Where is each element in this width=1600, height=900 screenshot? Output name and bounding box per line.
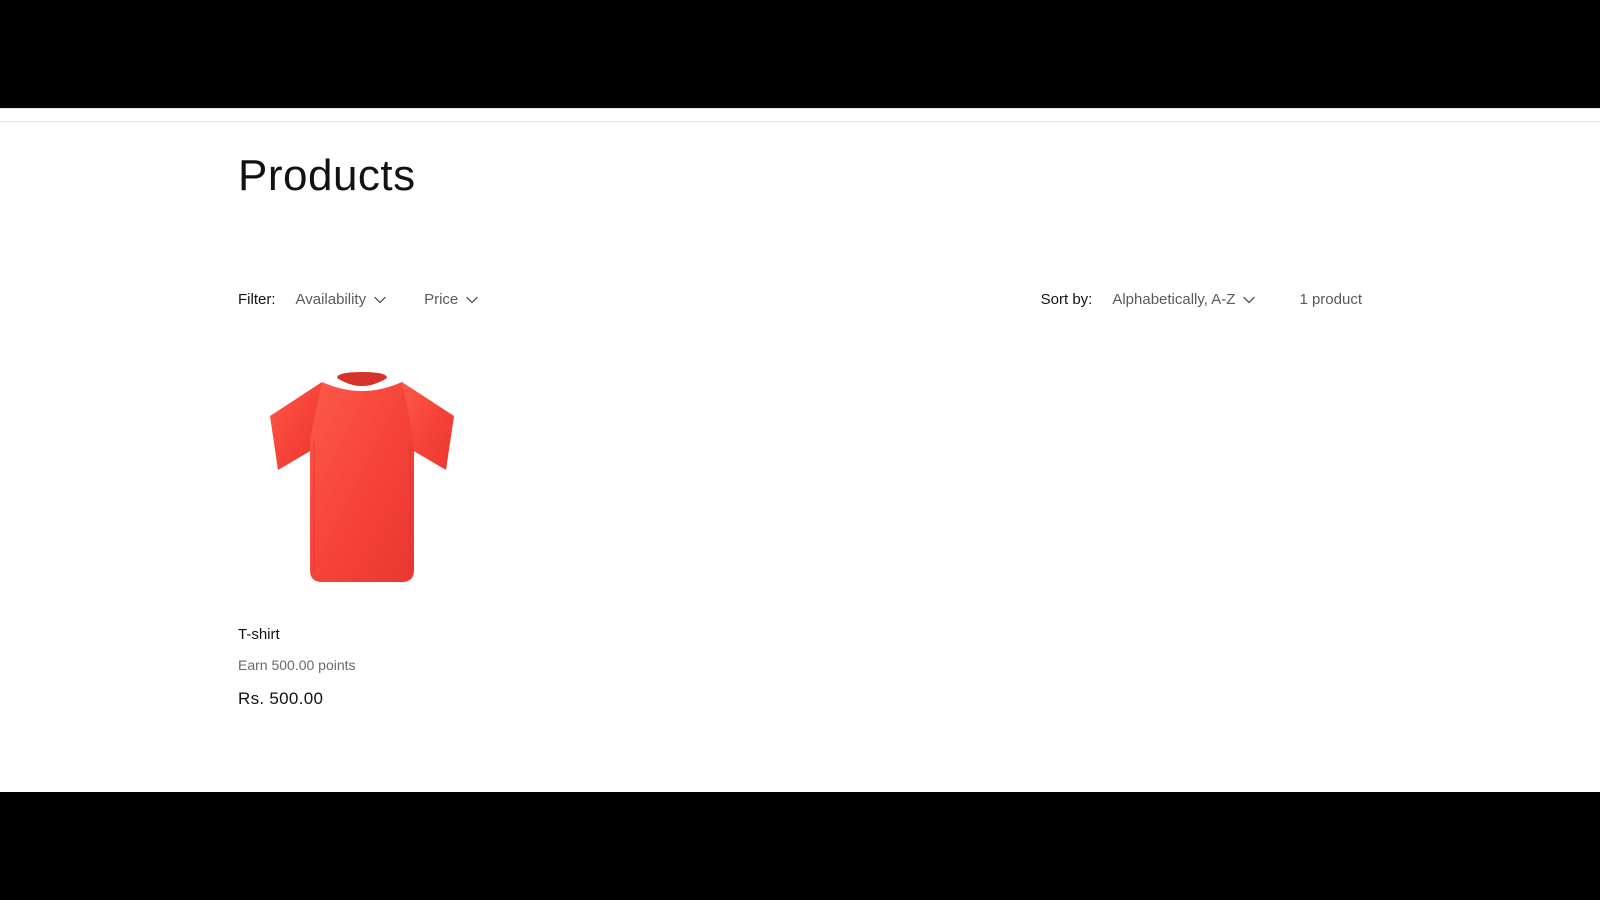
tshirt-icon <box>252 360 472 600</box>
sort-group: Sort by: Alphabetically, A-Z 1 product <box>1041 291 1362 308</box>
toolbar: Filter: Availability Price Sort by: <box>238 291 1362 308</box>
filter-item-label: Price <box>424 291 458 308</box>
product-count: 1 product <box>1299 291 1362 308</box>
sort-select[interactable]: Alphabetically, A-Z <box>1112 291 1255 308</box>
product-grid: T-shirt Earn 500.00 points Rs. 500.00 <box>238 348 1362 709</box>
product-points: Earn 500.00 points <box>238 657 486 673</box>
filter-label: Filter: <box>238 291 276 308</box>
product-name: T-shirt <box>238 626 486 643</box>
filter-price[interactable]: Price <box>424 291 478 308</box>
divider <box>0 121 1600 122</box>
sort-label: Sort by: <box>1041 291 1093 308</box>
letterbox-top <box>0 0 1600 108</box>
chevron-down-icon <box>374 296 386 304</box>
product-image <box>238 348 486 612</box>
letterbox-bottom <box>0 792 1600 900</box>
chevron-down-icon <box>1243 296 1255 304</box>
page-title: Products <box>238 109 1362 201</box>
chevron-down-icon <box>466 296 478 304</box>
product-card[interactable]: T-shirt Earn 500.00 points Rs. 500.00 <box>238 348 486 709</box>
main-content: Products Filter: Availability Price <box>0 108 1600 792</box>
filter-availability[interactable]: Availability <box>296 291 387 308</box>
filter-item-label: Availability <box>296 291 367 308</box>
sort-selected-value: Alphabetically, A-Z <box>1112 291 1235 308</box>
filter-group: Filter: Availability Price <box>238 291 478 308</box>
product-price: Rs. 500.00 <box>238 689 486 709</box>
